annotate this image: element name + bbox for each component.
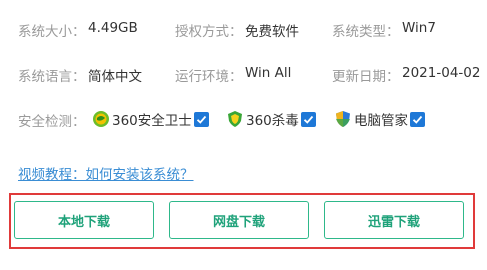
360-safeguard-icon	[92, 110, 110, 128]
video-tutorial-link[interactable]: 视频教程：如何安装该系统？	[18, 163, 194, 183]
thunder-download-button[interactable]: 迅雷下载	[324, 201, 464, 239]
system-language-label: 系统语言：	[18, 69, 86, 85]
security-item-360-antivirus-label: 360杀毒	[246, 113, 299, 129]
security-item-360-antivirus: 360杀毒	[226, 109, 316, 129]
security-item-360-safeguard: 360安全卫士	[92, 109, 209, 129]
checkmark-icon	[300, 111, 316, 127]
system-size-value: 4.49GB	[88, 20, 138, 36]
runtime-env-label: 运行环境：	[175, 69, 243, 85]
license-value: 免费软件	[245, 24, 299, 40]
local-download-button[interactable]: 本地下载	[14, 201, 154, 239]
360-antivirus-icon	[226, 110, 244, 128]
runtime-env-value: Win All	[245, 65, 292, 81]
pc-manager-icon	[334, 110, 352, 128]
security-check-label: 安全检测：	[18, 114, 86, 130]
checkmark-icon	[193, 111, 209, 127]
system-language-value: 简体中文	[88, 69, 142, 85]
license-label: 授权方式：	[175, 24, 243, 40]
checkmark-icon	[410, 111, 425, 127]
update-date-label: 更新日期：	[332, 69, 400, 85]
security-item-360-safeguard-label: 360安全卫士	[112, 113, 192, 129]
system-size-label: 系统大小：	[18, 24, 86, 40]
netdisk-download-button[interactable]: 网盘下载	[169, 201, 309, 239]
update-date-value: 2021-04-02	[402, 65, 481, 81]
security-item-pc-manager: 电脑管家	[334, 109, 425, 129]
system-type-value: Win7	[402, 20, 436, 36]
security-item-pc-manager-label: 电脑管家	[354, 113, 408, 129]
system-type-label: 系统类型：	[332, 24, 400, 40]
